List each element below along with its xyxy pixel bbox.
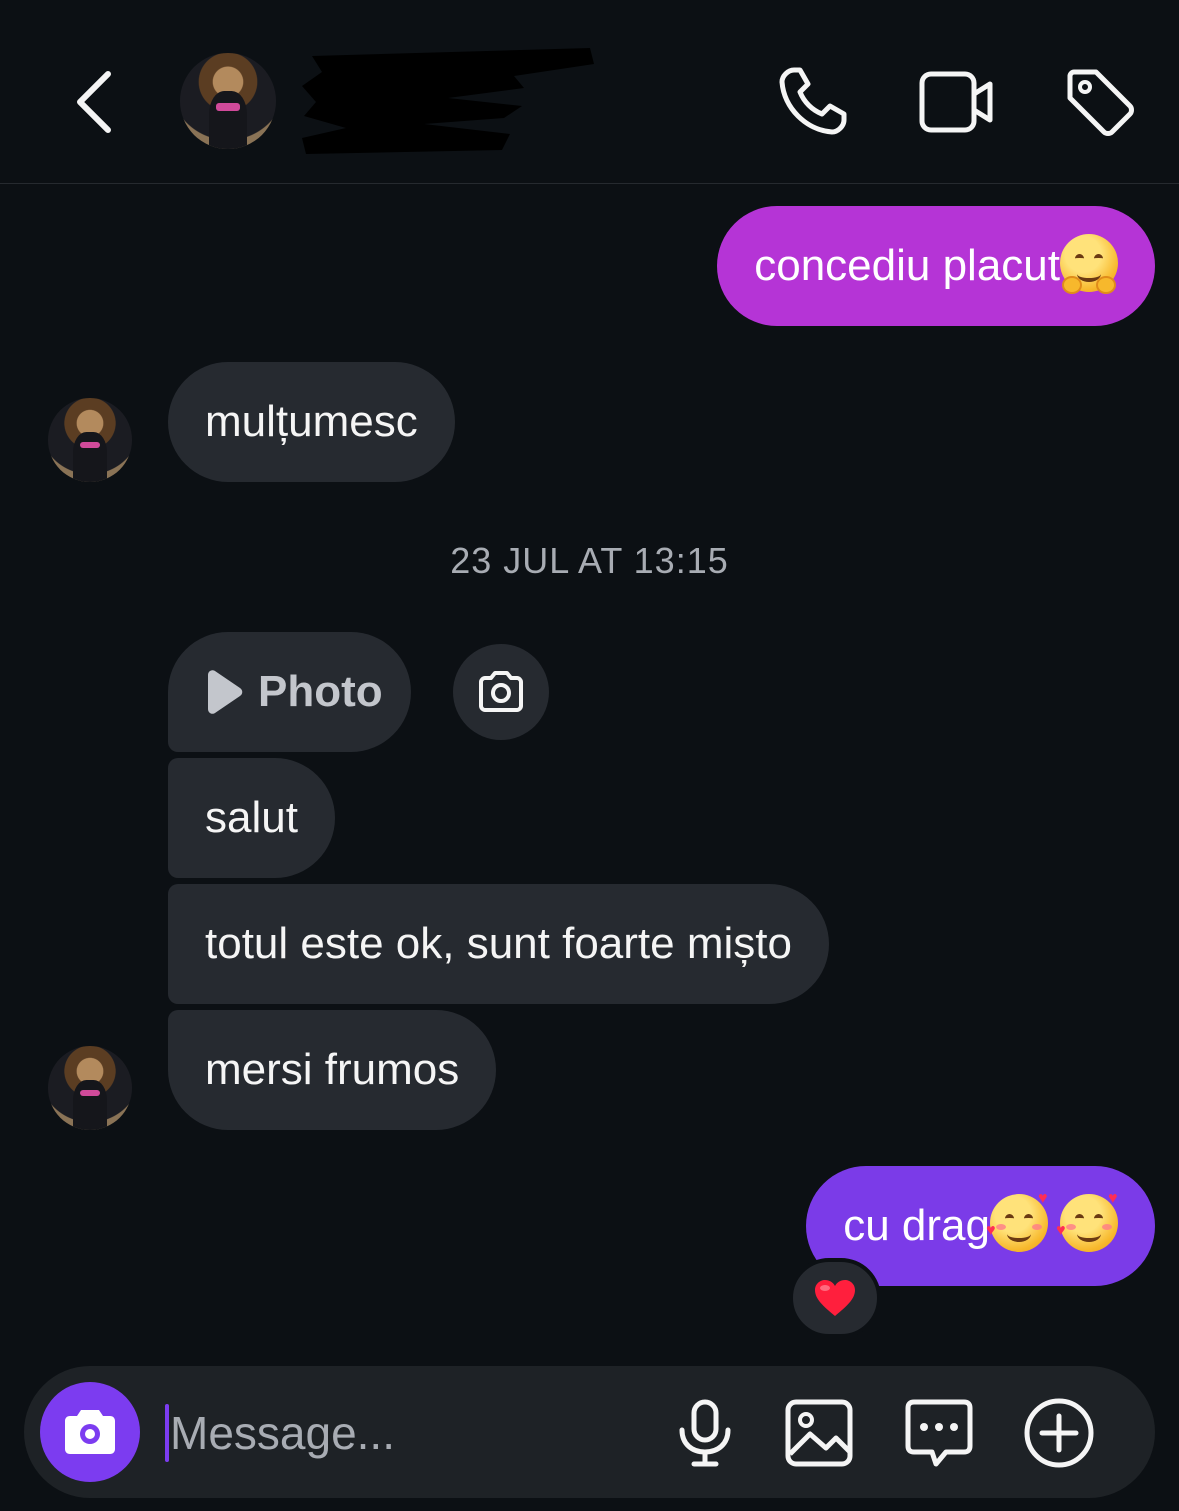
chat-header: [0, 0, 1179, 184]
received-message[interactable]: mersi frumos: [168, 1010, 497, 1130]
emoji-eye: [1024, 1214, 1033, 1223]
message-text: totul este ok, sunt foarte mișto: [205, 919, 792, 968]
avatar-figure: [73, 431, 107, 482]
chat-bubble-icon: [905, 1399, 973, 1467]
hugging-face-emoji: [1060, 234, 1118, 295]
emoji-eye: [1075, 254, 1084, 263]
message-text: concediu placut: [754, 241, 1060, 290]
emoji-heart: ♥: [986, 1222, 996, 1240]
tag-icon: [1067, 69, 1134, 136]
received-message[interactable]: totul este ok, sunt foarte mișto: [168, 884, 829, 1004]
sent-message[interactable]: concediu placut: [717, 206, 1155, 326]
message-text: mulțumesc: [205, 397, 418, 446]
video-call-button[interactable]: [916, 62, 1000, 142]
emoji-blush: [1102, 1224, 1112, 1231]
contact-avatar[interactable]: [180, 53, 276, 149]
emoji-eye: [1005, 1214, 1014, 1223]
smiling-face-with-hearts-emoji: ♥ ♥: [1056, 1191, 1118, 1253]
message-text: cu drag: [843, 1201, 990, 1250]
camera-icon: [479, 671, 523, 712]
emoji-eye: [1094, 1214, 1103, 1223]
back-button[interactable]: [66, 62, 126, 142]
sender-avatar[interactable]: [48, 398, 132, 482]
more-options-button[interactable]: [1022, 1396, 1096, 1470]
sticker-button[interactable]: [902, 1396, 976, 1470]
emoji-blush: [1032, 1224, 1042, 1231]
chevron-left-icon: [77, 71, 111, 133]
received-message[interactable]: salut: [168, 758, 335, 878]
emoji-eye: [1075, 1214, 1084, 1223]
photo-message[interactable]: Photo: [168, 632, 411, 752]
avatar-accent: [216, 102, 240, 111]
emoji-heart: ♥: [1038, 1190, 1048, 1208]
message-text: mersi frumos: [205, 1045, 460, 1094]
avatar-accent: [79, 1089, 101, 1097]
camera-reply-button[interactable]: [453, 644, 549, 740]
message-input[interactable]: [170, 1396, 650, 1470]
message-composer: [24, 1366, 1155, 1498]
avatar-accent: [79, 441, 101, 449]
received-message[interactable]: mulțumesc: [168, 362, 455, 482]
microphone-icon: [679, 1399, 731, 1467]
emoji-mouth: [1007, 1226, 1031, 1243]
contact-name-redacted[interactable]: [298, 42, 598, 160]
emoji-heart: ♥: [1108, 1190, 1118, 1208]
avatar-figure: [73, 1079, 107, 1130]
emoji-heart: ♥: [1056, 1222, 1066, 1240]
emoji-mouth: [1077, 1226, 1101, 1243]
voice-call-button[interactable]: [772, 62, 852, 142]
red-heart-emoji: [815, 1280, 855, 1316]
photo-label: Photo: [258, 667, 383, 716]
gallery-button[interactable]: [782, 1396, 856, 1470]
message-text: salut: [205, 793, 298, 842]
tag-button[interactable]: [1060, 62, 1140, 142]
phone-icon: [779, 67, 847, 135]
smiling-face-with-hearts-emoji: ♥ ♥: [986, 1191, 1048, 1253]
text-caret: [165, 1404, 169, 1462]
sender-avatar[interactable]: [48, 1046, 132, 1130]
avatar-figure: [208, 91, 248, 149]
camera-button[interactable]: [40, 1382, 140, 1482]
camera-icon: [65, 1410, 115, 1454]
message-timestamp: 23 JUL AT 13:15: [450, 540, 729, 581]
emoji-hand: [1096, 276, 1116, 295]
plus-circle-icon: [1024, 1398, 1094, 1468]
emoji-eye: [1094, 254, 1103, 263]
video-camera-icon: [919, 71, 993, 133]
message-reaction[interactable]: [789, 1258, 881, 1338]
voice-message-button[interactable]: [668, 1396, 742, 1470]
emoji-hand: [1062, 276, 1082, 295]
play-icon: [208, 670, 243, 714]
image-icon: [785, 1399, 853, 1467]
